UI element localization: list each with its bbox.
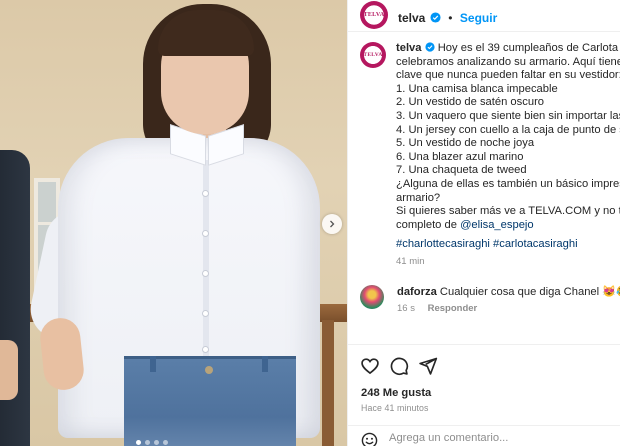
- carousel-dot: [154, 440, 159, 445]
- post-actions: 248 Me gusta Hace 41 minutos: [348, 344, 620, 446]
- carousel-dot: [136, 440, 141, 445]
- follow-button[interactable]: Seguir: [460, 11, 497, 25]
- shirt-button: [202, 270, 209, 277]
- smiley-icon[interactable]: [361, 432, 378, 446]
- caption-line: ¿Alguna de ellas es también un básico im…: [396, 177, 620, 190]
- comment-text: Cualquier cosa que diga Chanel: [439, 286, 600, 298]
- verified-badge-icon: [430, 12, 441, 23]
- caption-line: 7. Una chaqueta de tweed: [396, 164, 527, 177]
- caption-line: 5. Un vestido de noche joya: [396, 137, 535, 150]
- chevron-right-icon: [330, 220, 335, 228]
- caption-line: Hoy es el 39 cumpleaños de Carlota Casir…: [437, 42, 620, 54]
- shirt-button: [202, 310, 209, 317]
- comment-meta: 16 s Responder: [397, 303, 477, 314]
- post-side-panel: TELVA telva • Seguir TELVA telva Hoy es …: [347, 0, 620, 446]
- comment-avatar[interactable]: [360, 285, 384, 309]
- shirt-button: [202, 190, 209, 197]
- comment-body: daforza Cualquier cosa que diga Chanel 😻…: [397, 285, 620, 298]
- caption-line: 6. Una blazer azul marino: [396, 150, 524, 163]
- comment-emojis: 😻😂: [602, 286, 620, 298]
- brand-logo: TELVA: [363, 12, 385, 18]
- brand-logo: TELVA: [363, 52, 383, 58]
- caption-line: 2. Un vestido de satén oscuro: [396, 96, 545, 109]
- caption-line: clave que nunca pueden faltar en su vest…: [396, 69, 620, 82]
- carousel-dot: [145, 440, 150, 445]
- comment-input[interactable]: [389, 432, 599, 444]
- comment-time: 16 s: [397, 303, 415, 314]
- caption-line: completo de: [396, 218, 461, 231]
- shirt-button: [202, 230, 209, 237]
- comment-icon[interactable]: [389, 356, 409, 376]
- hashtags-link[interactable]: #charlottecasiraghi #carlotacasiraghi: [396, 238, 578, 250]
- likes-count[interactable]: 248 Me gusta: [361, 387, 431, 399]
- mention-link[interactable]: @elisa_espejo: [460, 219, 534, 231]
- caption-line: 3. Un vaquero que siente bien sin import…: [396, 109, 620, 122]
- caption-line: 1. Una camisa blanca impecable: [396, 82, 558, 95]
- post-caption: telva Hoy es el 39 cumpleaños de Carlota…: [396, 42, 620, 232]
- carousel-dots: [136, 440, 168, 445]
- verified-badge-icon: [425, 42, 435, 52]
- post-image[interactable]: [0, 0, 347, 446]
- caption-username[interactable]: telva: [396, 42, 422, 54]
- woman-figure: [0, 0, 347, 446]
- post-time-ago[interactable]: Hace 41 minutos: [361, 403, 429, 413]
- jeans-button: [205, 366, 213, 374]
- caption-avatar[interactable]: TELVA: [360, 42, 386, 68]
- belt-loop: [262, 356, 268, 372]
- avatar[interactable]: TELVA: [360, 1, 388, 29]
- caption-line: Si quieres saber más ve a TELVA.COM y no…: [396, 205, 620, 218]
- caption-line: 4. Un jersey con cuello a la caja de pun…: [396, 123, 620, 136]
- header-username[interactable]: telva: [398, 11, 425, 25]
- carousel-next-button[interactable]: [322, 214, 342, 234]
- caption-line: armario?: [396, 191, 441, 204]
- belt-loop: [150, 356, 156, 372]
- comment-username[interactable]: daforza: [397, 286, 437, 298]
- separator-dot: •: [448, 11, 453, 25]
- share-icon[interactable]: [418, 356, 438, 376]
- post-header: TELVA telva • Seguir: [348, 0, 620, 32]
- add-comment-bar: [348, 425, 620, 446]
- caption-timestamp[interactable]: 41 min: [396, 256, 425, 267]
- shirt-button: [202, 346, 209, 353]
- heart-icon[interactable]: [360, 356, 380, 376]
- reply-button[interactable]: Responder: [428, 303, 478, 314]
- caption-line: celebramos analizando su armario. Aquí t…: [396, 55, 620, 68]
- carousel-dot: [163, 440, 168, 445]
